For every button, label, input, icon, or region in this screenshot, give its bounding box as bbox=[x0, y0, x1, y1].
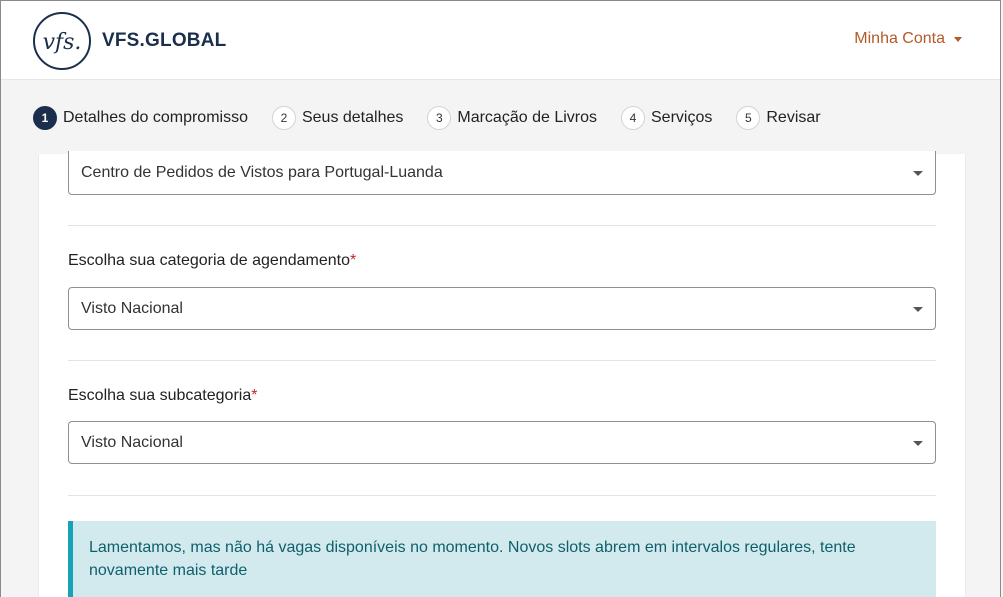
logo-mark-text: vfs. bbox=[43, 30, 82, 55]
vfs-logo-icon[interactable]: vfs. bbox=[33, 12, 91, 70]
alert-message: Lamentamos, mas não há vagas disponíveis… bbox=[89, 539, 856, 579]
category-label-text: Escolha sua categoria de agendamento bbox=[68, 252, 350, 269]
step-2[interactable]: 2 Seus detalhes bbox=[271, 105, 404, 130]
step-number-badge: 4 bbox=[621, 105, 645, 130]
account-label: Minha Conta bbox=[854, 30, 945, 47]
step-label: Marcação de Livros bbox=[457, 108, 597, 126]
select-value: Centro de Pedidos de Vistos para Portuga… bbox=[81, 163, 443, 181]
subcategory-label: Escolha sua subcategoria* bbox=[68, 387, 257, 405]
logo-wordmark[interactable]: VFS.GLOBAL bbox=[102, 30, 226, 52]
select-value: Visto Nacional bbox=[81, 299, 183, 317]
logo-mark-svg: vfs. bbox=[43, 30, 82, 55]
account-menu-button[interactable]: Minha Conta bbox=[854, 30, 962, 48]
appointment-form-card: Centro de Pedidos de Vistos para Portuga… bbox=[38, 151, 966, 597]
application-centre-select[interactable]: Centro de Pedidos de Vistos para Portuga… bbox=[68, 151, 936, 195]
step-4[interactable]: 4 Serviços bbox=[621, 105, 713, 130]
step-label: Serviços bbox=[651, 108, 713, 126]
required-asterisk: * bbox=[349, 252, 357, 269]
browser-window: vfs. VFS.GLOBAL Minha Conta 1 Detalhes d… bbox=[0, 0, 1001, 597]
caret-down-icon bbox=[954, 36, 962, 42]
dropdown-arrow-icon bbox=[913, 306, 923, 312]
category-label: Escolha sua categoria de agendamento* bbox=[68, 252, 356, 270]
no-slots-alert: Lamentamos, mas não há vagas disponíveis… bbox=[68, 521, 936, 597]
section-divider bbox=[68, 360, 936, 361]
step-number-badge: 5 bbox=[736, 105, 761, 130]
step-number-badge: 1 bbox=[33, 105, 57, 130]
step-label: Seus detalhes bbox=[301, 108, 404, 126]
step-number-badge: 3 bbox=[427, 105, 452, 130]
step-1[interactable]: 1 Detalhes do compromisso bbox=[33, 105, 248, 130]
section-divider bbox=[68, 225, 936, 226]
progress-stepper: 1 Detalhes do compromisso 2 Seus detalhe… bbox=[1, 81, 1000, 154]
step-number-badge: 2 bbox=[271, 105, 296, 130]
step-5[interactable]: 5 Revisar bbox=[736, 105, 821, 130]
site-header: vfs. VFS.GLOBAL Minha Conta bbox=[1, 1, 1000, 80]
dropdown-arrow-icon bbox=[913, 440, 923, 446]
subcategory-select[interactable]: Visto Nacional bbox=[68, 421, 936, 464]
required-asterisk: * bbox=[251, 387, 258, 404]
step-label: Revisar bbox=[766, 108, 821, 126]
section-divider bbox=[68, 495, 936, 496]
subcategory-label-text: Escolha sua subcategoria bbox=[68, 387, 252, 404]
step-label: Detalhes do compromisso bbox=[63, 108, 248, 126]
appointment-category-select[interactable]: Visto Nacional bbox=[68, 287, 936, 330]
dropdown-arrow-icon bbox=[913, 170, 923, 176]
step-3[interactable]: 3 Marcação de Livros bbox=[427, 105, 597, 130]
select-value: Visto Nacional bbox=[81, 433, 183, 451]
